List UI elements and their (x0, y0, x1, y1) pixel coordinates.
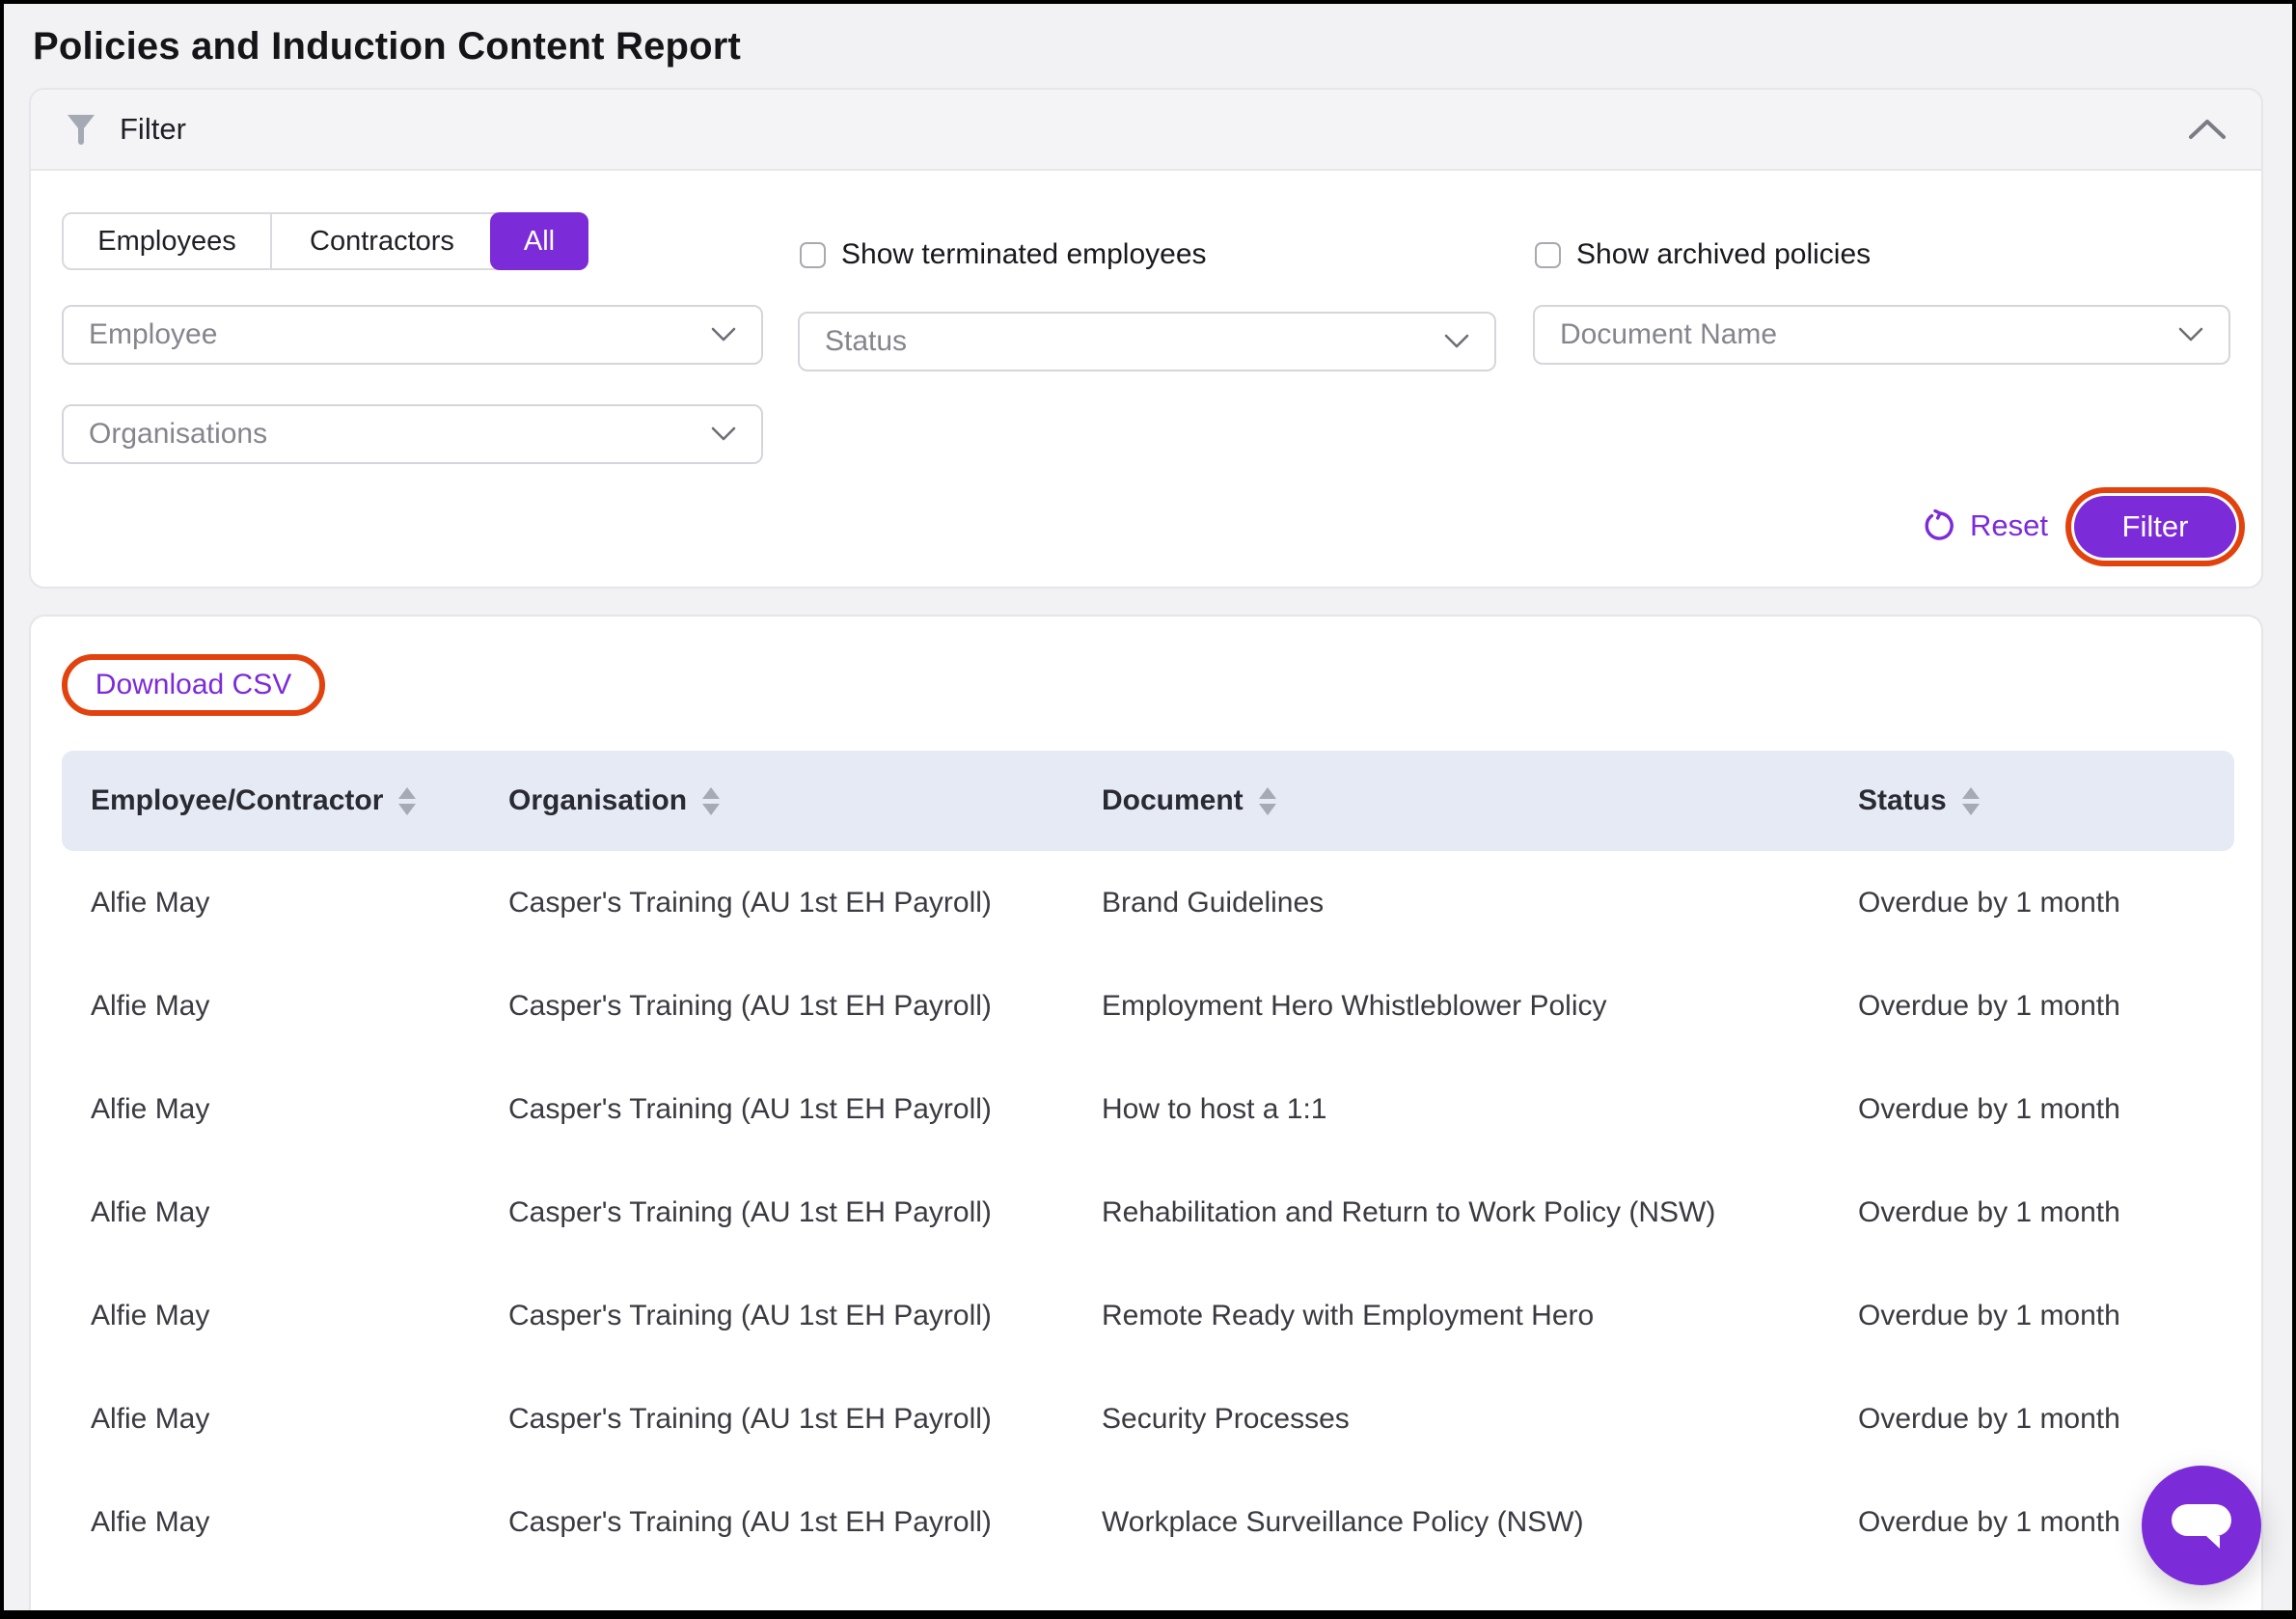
chevron-down-icon (1444, 334, 1469, 349)
employee-select[interactable]: Employee (62, 305, 763, 365)
refresh-icon (1924, 509, 1956, 542)
cell-status: Overdue by 1 month (1858, 1300, 2234, 1332)
cell-document: Rehabilitation and Return to Work Policy… (1102, 1196, 1858, 1229)
employee-select-placeholder: Employee (89, 318, 711, 351)
cell-organisation: Casper's Training (AU 1st EH Payroll) (508, 1093, 1102, 1126)
download-csv-annotation-ring: Download CSV (62, 654, 325, 716)
cell-document: Workplace Surveillance Policy (NSW) (1102, 1506, 1858, 1539)
table-row: Alfie May Casper's Training (AU 1st EH P… (62, 954, 2234, 1057)
cell-employee: Alfie May (62, 887, 508, 919)
cell-status: Overdue by 1 month (1858, 1093, 2234, 1126)
document-name-select-placeholder: Document Name (1560, 318, 2178, 351)
cell-organisation: Casper's Training (AU 1st EH Payroll) (508, 1506, 1102, 1539)
cell-employee: Alfie May (62, 1196, 508, 1229)
show-archived-policies-checkbox[interactable] (1535, 242, 1561, 268)
cell-document: Brand Guidelines (1102, 887, 1858, 919)
sort-icon[interactable] (1259, 787, 1276, 815)
status-select-placeholder: Status (825, 325, 1444, 358)
filter-panel-header[interactable]: Filter (31, 90, 2261, 171)
cell-organisation: Casper's Training (AU 1st EH Payroll) (508, 1196, 1102, 1229)
sort-icon[interactable] (398, 787, 416, 815)
cell-organisation: Casper's Training (AU 1st EH Payroll) (508, 1300, 1102, 1332)
chevron-up-icon[interactable] (2188, 119, 2227, 140)
tab-all[interactable]: All (490, 212, 588, 270)
cell-document: How to host a 1:1 (1102, 1093, 1858, 1126)
table-body: Alfie May Casper's Training (AU 1st EH P… (62, 851, 2234, 1574)
cell-organisation: Casper's Training (AU 1st EH Payroll) (508, 887, 1102, 919)
report-results-panel: Download CSV Employee/Contractor Organis… (29, 615, 2263, 1619)
table-row: Alfie May Casper's Training (AU 1st EH P… (62, 1470, 2234, 1574)
cell-status: Overdue by 1 month (1858, 887, 2234, 919)
column-header-organisation[interactable]: Organisation (508, 784, 1102, 817)
table-row: Alfie May Casper's Training (AU 1st EH P… (62, 1057, 2234, 1161)
show-terminated-employees-option: Show terminated employees (800, 238, 1207, 271)
cell-employee: Alfie May (62, 1506, 508, 1539)
table-row: Alfie May Casper's Training (AU 1st EH P… (62, 1367, 2234, 1470)
tab-contractors[interactable]: Contractors (272, 214, 492, 268)
chat-bubble-icon (2170, 1498, 2233, 1552)
column-header-document[interactable]: Document (1102, 784, 1858, 817)
cell-organisation: Casper's Training (AU 1st EH Payroll) (508, 1403, 1102, 1436)
show-terminated-employees-label: Show terminated employees (841, 238, 1207, 271)
download-csv-link[interactable]: Download CSV (96, 669, 291, 701)
cell-employee: Alfie May (62, 1093, 508, 1126)
cell-status: Overdue by 1 month (1858, 990, 2234, 1023)
cell-document: Security Processes (1102, 1403, 1858, 1436)
filter-submit-button[interactable]: Filter (2074, 496, 2236, 558)
filter-funnel-icon (66, 113, 96, 146)
chevron-down-icon (711, 327, 736, 343)
status-select[interactable]: Status (798, 312, 1496, 371)
cell-organisation: Casper's Training (AU 1st EH Payroll) (508, 990, 1102, 1023)
policies-induction-report-page: Policies and Induction Content Report Fi… (0, 0, 2296, 1619)
page-title: Policies and Induction Content Report (33, 25, 741, 69)
audience-segmented-control: Employees Contractors All (62, 212, 588, 270)
organisations-select[interactable]: Organisations (62, 404, 763, 464)
table-row: Alfie May Casper's Training (AU 1st EH P… (62, 1264, 2234, 1367)
column-header-employee-contractor[interactable]: Employee/Contractor (62, 784, 508, 817)
show-archived-policies-label: Show archived policies (1576, 238, 1871, 271)
show-terminated-employees-checkbox[interactable] (800, 242, 826, 268)
cell-status: Overdue by 1 month (1858, 1403, 2234, 1436)
show-archived-policies-option: Show archived policies (1535, 238, 1871, 271)
reset-button-label: Reset (1970, 508, 2048, 543)
reset-button[interactable]: Reset (1924, 495, 2048, 557)
cell-employee: Alfie May (62, 990, 508, 1023)
document-name-select[interactable]: Document Name (1533, 305, 2230, 365)
cell-employee: Alfie May (62, 1403, 508, 1436)
table-header-row: Employee/Contractor Organisation Documen… (62, 751, 2234, 851)
cell-document: Employment Hero Whistleblower Policy (1102, 990, 1858, 1023)
cell-status: Overdue by 1 month (1858, 1196, 2234, 1229)
chevron-down-icon (2178, 327, 2203, 343)
table-row: Alfie May Casper's Training (AU 1st EH P… (62, 1161, 2234, 1264)
cell-employee: Alfie May (62, 1300, 508, 1332)
column-header-status[interactable]: Status (1858, 784, 2234, 817)
cell-document: Remote Ready with Employment Hero (1102, 1300, 1858, 1332)
tab-employees[interactable]: Employees (64, 214, 272, 268)
organisations-select-placeholder: Organisations (89, 418, 711, 451)
sort-icon[interactable] (1962, 787, 1980, 815)
filter-panel-title: Filter (120, 112, 186, 147)
table-row: Alfie May Casper's Training (AU 1st EH P… (62, 851, 2234, 954)
filter-panel: Filter Employees Contractors All Show te… (29, 88, 2263, 589)
chat-launcher-button[interactable] (2142, 1466, 2261, 1585)
chevron-down-icon (711, 426, 736, 442)
sort-icon[interactable] (702, 787, 720, 815)
